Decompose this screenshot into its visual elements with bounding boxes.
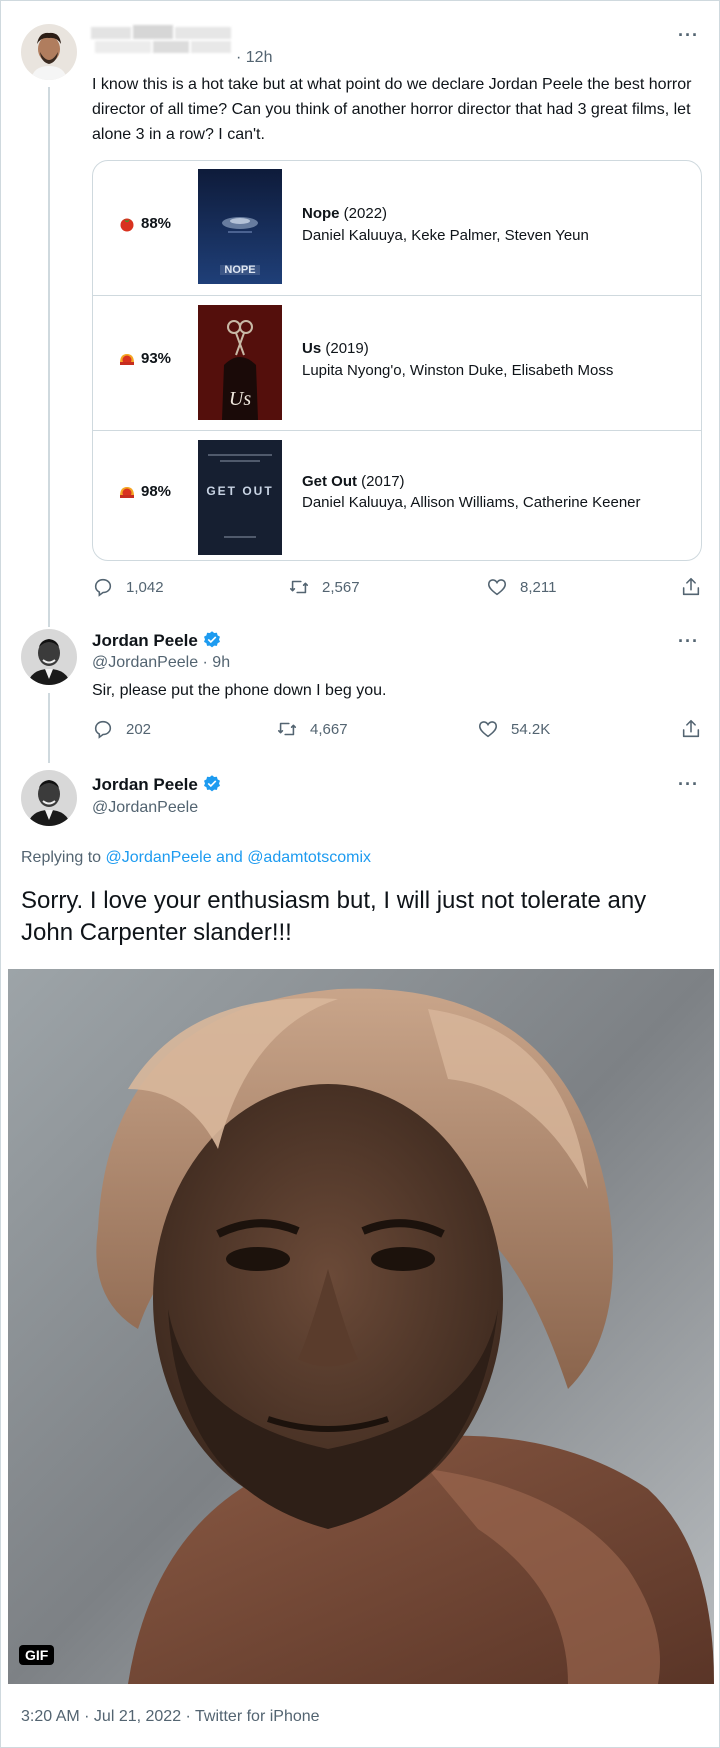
- author-name-text: Jordan Peele: [92, 631, 198, 650]
- tweet-text: Sir, please put the phone down I beg you…: [92, 682, 387, 699]
- poster-title: Us: [229, 388, 251, 410]
- poster-get-out: GET OUT: [198, 440, 282, 555]
- score-badge: 93%: [119, 350, 171, 367]
- author-name-text: Jordan Peele: [92, 775, 198, 794]
- film-row-get-out[interactable]: 98% GET OUT Get Out (2017) Daniel Kaluuy…: [93, 430, 701, 560]
- tweet-thread: · 12h ··· I know this is a hot take but …: [0, 0, 720, 1748]
- film-cast: Daniel Kaluuya, Allison Williams, Cather…: [302, 494, 641, 511]
- more-options-icon[interactable]: ···: [678, 774, 699, 795]
- film-name: Us: [302, 340, 322, 357]
- film-year: (2019): [325, 340, 369, 357]
- replying-to: Replying to @JordanPeele and @adamtotsco…: [21, 849, 371, 867]
- author-handle[interactable]: @JordanPeele · 9h: [92, 654, 230, 672]
- share-icon: [682, 719, 700, 738]
- gif-badge: GIF: [19, 1645, 55, 1665]
- retweet-button[interactable]: 2,567: [288, 576, 360, 598]
- score-badge: 88%: [119, 215, 171, 232]
- film-row-nope[interactable]: 88% NOPE Nope (2022) Daniel Kaluuya, Kek…: [93, 161, 701, 296]
- reply-count: 1,042: [126, 578, 164, 596]
- more-options-icon[interactable]: ···: [678, 25, 699, 46]
- like-button[interactable]: 54.2K: [477, 718, 550, 740]
- gif-media[interactable]: GIF: [8, 969, 714, 1684]
- more-options-icon[interactable]: ···: [678, 631, 699, 652]
- certified-fresh-icon: [120, 353, 134, 365]
- film-year: (2022): [343, 205, 388, 222]
- verified-badge-icon: [203, 631, 220, 648]
- reply-icon: [94, 720, 112, 739]
- certified-fresh-icon: [120, 486, 134, 498]
- reply-button[interactable]: 1,042: [92, 576, 164, 598]
- mention-connector: and: [211, 849, 248, 866]
- replying-prefix: Replying to: [21, 849, 106, 866]
- thread-connector: [48, 693, 50, 763]
- film-name: Nope: [302, 205, 340, 222]
- heart-icon: [487, 579, 507, 596]
- reply-count: 202: [126, 720, 152, 738]
- poster-title: GET OUT: [206, 484, 273, 498]
- like-count: 8,211: [520, 578, 557, 596]
- tweet-text: I know this is a hot take but at what po…: [92, 76, 692, 143]
- thread-connector: [48, 87, 50, 627]
- reply-icon: [94, 578, 112, 597]
- reply-button[interactable]: 202: [92, 718, 151, 740]
- film-title: Get Out (2017): [302, 473, 405, 490]
- film-title: Us (2019): [302, 340, 369, 357]
- tweet-timestamp[interactable]: 3:20 AM · Jul 21, 2022 · Twitter for iPh…: [21, 1708, 320, 1726]
- film-row-us[interactable]: 93% Us Us (2019) Lupita Nyong'o, Winston…: [93, 295, 701, 430]
- retweet-button[interactable]: 4,667: [276, 718, 348, 740]
- fresh-tomato-icon: [120, 218, 134, 231]
- film-name: Get Out: [302, 473, 357, 490]
- score-value: 88%: [141, 215, 172, 232]
- score-value: 93%: [141, 350, 172, 367]
- share-button[interactable]: [680, 576, 702, 598]
- tweet-text: Sorry. I love your enthusiasm but, I wil…: [21, 887, 647, 946]
- poster-title: NOPE: [224, 264, 255, 276]
- mention-link[interactable]: @JordanPeele: [106, 849, 212, 866]
- film-cast: Lupita Nyong'o, Winston Duke, Elisabeth …: [302, 362, 614, 379]
- like-button[interactable]: 8,211: [486, 576, 556, 598]
- heart-icon: [478, 721, 498, 738]
- score-value: 98%: [141, 483, 172, 500]
- author-avatar[interactable]: [21, 24, 77, 80]
- verified-badge-icon: [203, 775, 220, 792]
- author-handle[interactable]: @JordanPeele: [92, 799, 198, 817]
- mention-link[interactable]: @adamtotscomix: [247, 849, 371, 866]
- retweet-count: 4,667: [310, 720, 348, 738]
- author-name[interactable]: Jordan Peele: [92, 774, 222, 795]
- poster-nope: NOPE: [198, 169, 282, 284]
- jordan-peele-avatar[interactable]: [21, 629, 77, 685]
- like-count: 54.2K: [511, 720, 551, 738]
- film-year: (2017): [361, 473, 405, 490]
- film-card[interactable]: 88% NOPE Nope (2022) Daniel Kaluuya, Kek…: [92, 160, 702, 561]
- tweet-time[interactable]: · 12h: [236, 49, 272, 67]
- author-name[interactable]: Jordan Peele: [92, 630, 222, 651]
- retweet-count: 2,567: [322, 578, 360, 596]
- poster-us: Us: [198, 305, 282, 420]
- film-title: Nope (2022): [302, 205, 387, 222]
- share-button[interactable]: [680, 718, 702, 740]
- jordan-peele-avatar[interactable]: [21, 770, 77, 826]
- retweet-icon: [277, 722, 297, 736]
- blurred-username: [91, 23, 233, 53]
- share-icon: [682, 577, 700, 596]
- retweet-icon: [289, 580, 309, 594]
- film-cast: Daniel Kaluuya, Keke Palmer, Steven Yeun: [302, 227, 589, 244]
- score-badge: 98%: [119, 483, 171, 500]
